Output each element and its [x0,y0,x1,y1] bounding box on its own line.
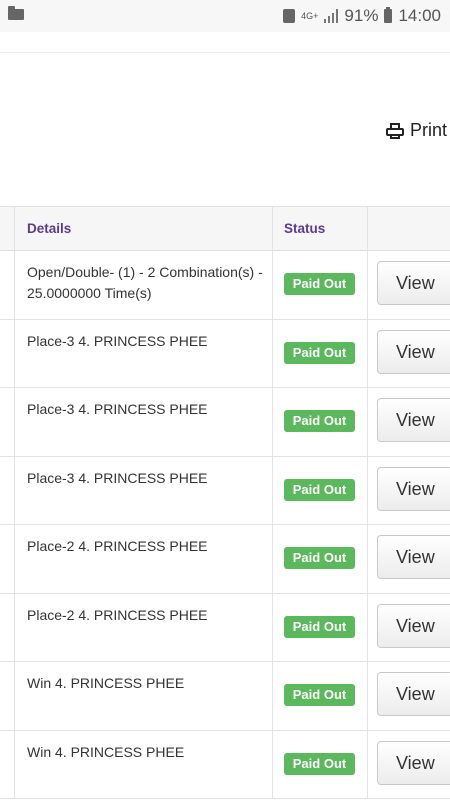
clock: 14:00 [398,6,441,25]
table-row: Place-3 4. PRINCESS PHEE Paid Out View [0,319,450,388]
bet-details: Place-3 4. PRINCESS PHEE [27,401,208,417]
status-badge: Paid Out [284,615,355,638]
notification-area [8,6,24,20]
bet-details: Place-2 4. PRINCESS PHEE [27,606,208,623]
printer-icon [385,122,404,139]
status-badge: Paid Out [284,273,355,295]
view-button[interactable]: View [377,329,450,374]
table-row: Place-3 4. PRINCESS PHEE Paid Out View [0,456,450,525]
table-header-row: Details Status [0,206,450,251]
column-header-status: Status [284,221,326,236]
view-button[interactable]: View [377,672,450,716]
view-button[interactable]: View [377,466,450,511]
column-header-details: Details [27,221,72,236]
bet-details: Win 4. PRINCESS PHEE [27,743,185,760]
table-row: Win 4. PRINCESS PHEE Paid Out View [0,662,450,731]
view-button[interactable]: View [377,603,450,648]
status-badge: Paid Out [284,341,355,364]
signal-icon [324,9,339,23]
table-row: Place-3 4. PRINCESS PHEE Paid Out View [0,388,450,457]
battery-icon [384,7,393,23]
view-button[interactable]: View [377,398,450,442]
status-badge: Paid Out [284,684,355,706]
status-badge: Paid Out [284,547,355,569]
bet-details: Place-3 4. PRINCESS PHEE [27,469,208,486]
bet-details: Place-3 4. PRINCESS PHEE [27,332,208,349]
system-tray: 4G+ 91% 14:00 [283,6,441,26]
battery-percent: 91% [344,6,379,25]
table-row: Place-2 4. PRINCESS PHEE Paid Out View [0,593,450,662]
status-badge: Paid Out [284,478,355,501]
status-badge: Paid Out [284,752,355,775]
table-row: Open/Double- (1) - 2 Combination(s) - 25… [0,251,450,320]
network-type: 4G+ [301,10,319,21]
view-button[interactable]: View [377,740,450,785]
bet-details: Win 4. PRINCESS PHEE [27,675,185,691]
view-button[interactable]: View [377,535,450,579]
divider [0,52,450,53]
status-badge: Paid Out [284,410,355,432]
status-bar: 4G+ 91% 14:00 [0,0,450,32]
folder-icon [8,6,24,20]
print-label: Print [409,120,447,140]
print-button[interactable]: Print [385,120,447,141]
view-button[interactable]: View [377,261,450,305]
bets-table: Details Status Open/Double- (1) - 2 Comb… [0,206,450,799]
sim-icon [283,9,296,23]
bet-details: Open/Double- (1) - 2 Combination(s) - 25… [27,264,263,301]
table-row: Place-2 4. PRINCESS PHEE Paid Out View [0,525,450,594]
table-row: Win 4. PRINCESS PHEE Paid Out View [0,730,450,799]
bet-details: Place-2 4. PRINCESS PHEE [27,538,208,554]
